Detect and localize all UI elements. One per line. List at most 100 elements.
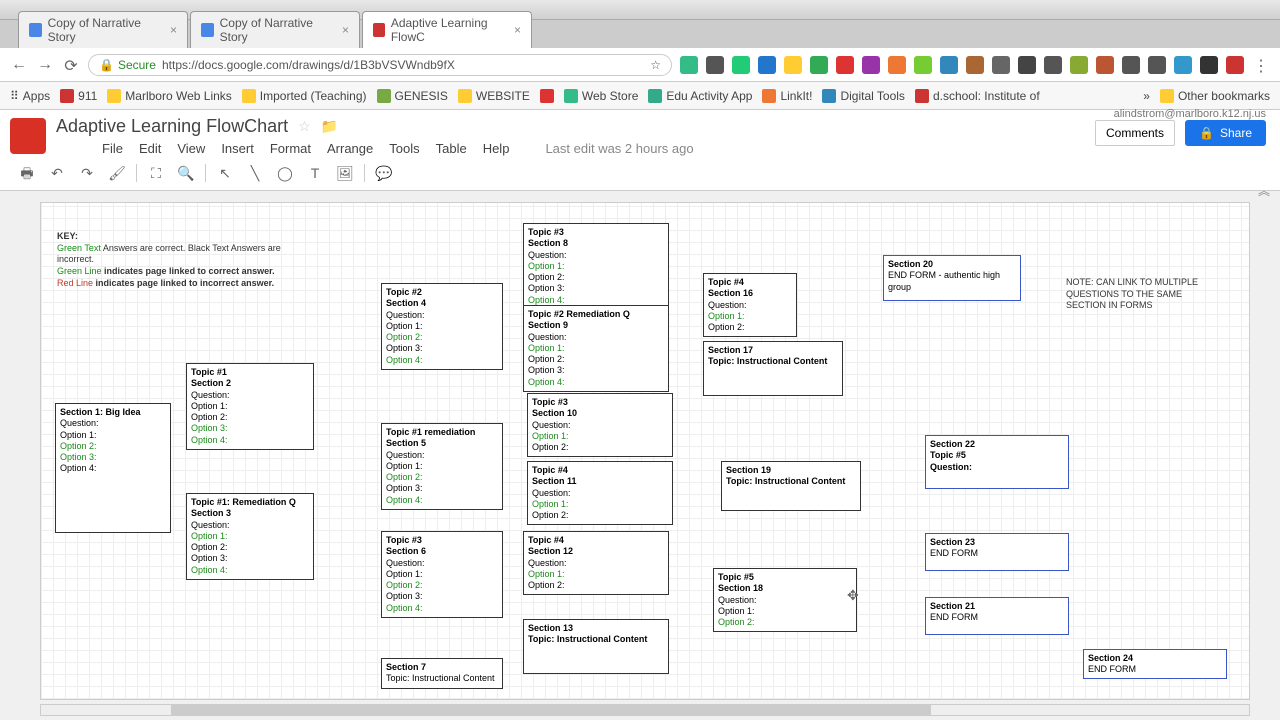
bookmark-overflow[interactable]: » [1143, 89, 1150, 103]
menu-view[interactable]: View [177, 141, 205, 156]
user-email[interactable]: alindstrom@marlboro.k12.nj.us [1114, 108, 1266, 120]
node-section-1[interactable]: Section 1: Big Idea Question: Option 1: … [55, 403, 171, 533]
node-topic-2-remediation[interactable]: Topic #2 Remediation Q Section 9 Questio… [523, 305, 669, 392]
extension-icon[interactable] [836, 56, 854, 74]
bookmark-item[interactable]: Imported (Teaching) [242, 89, 367, 103]
node-topic-3-sec6[interactable]: Topic #3 Section 6 Question: Option 1: O… [381, 531, 503, 618]
move-folder-icon[interactable]: 📁 [321, 118, 338, 135]
line-icon[interactable]: ╲ [244, 162, 266, 184]
paint-format-icon[interactable]: 🖌 [106, 162, 128, 184]
extension-icon[interactable] [680, 56, 698, 74]
extension-icon[interactable] [914, 56, 932, 74]
menu-arrange[interactable]: Arrange [327, 141, 373, 156]
print-icon[interactable]: 🖶 [16, 162, 38, 184]
horizontal-scrollbar[interactable] [40, 704, 1250, 716]
bookmark-item[interactable]: 911 [60, 89, 97, 103]
collapse-chevron-icon[interactable]: ︽ [1258, 182, 1270, 199]
reload-icon[interactable]: ⟳ [62, 56, 80, 74]
bookmark-item[interactable]: WEBSITE [458, 89, 530, 103]
node-topic-1-remediation-q[interactable]: Topic #1: Remediation Q Section 3 Questi… [186, 493, 314, 580]
node-section-7[interactable]: Section 7 Topic: Instructional Content [381, 658, 503, 689]
apps-button[interactable]: ⠿ Apps [10, 89, 50, 103]
node-section-19[interactable]: Section 19 Topic: Instructional Content [721, 461, 861, 511]
bookmark-item[interactable]: Digital Tools [822, 89, 904, 103]
back-icon[interactable]: ← [10, 56, 28, 74]
node-topic-4-sec11[interactable]: Topic #4 Section 11 Question: Option 1: … [527, 461, 673, 525]
extension-icon[interactable] [732, 56, 750, 74]
node-section-24[interactable]: Section 24 END FORM [1083, 649, 1227, 679]
extension-icon[interactable] [1044, 56, 1062, 74]
browser-tab[interactable]: Copy of Narrative Story× [190, 11, 360, 48]
extension-icon[interactable] [1200, 56, 1218, 74]
node-section-23[interactable]: Section 23 END FORM [925, 533, 1069, 571]
star-icon[interactable]: ☆ [298, 118, 311, 135]
forward-icon[interactable]: → [36, 56, 54, 74]
browser-tab[interactable]: Copy of Narrative Story× [18, 11, 188, 48]
fit-icon[interactable]: ⛶ [145, 162, 167, 184]
node-section-17[interactable]: Section 17 Topic: Instructional Content [703, 341, 843, 396]
close-tab-icon[interactable]: × [342, 23, 349, 37]
star-icon[interactable]: ☆ [650, 58, 661, 72]
doc-title[interactable]: Adaptive Learning FlowChart [56, 116, 288, 137]
node-topic-1[interactable]: Topic #1 Section 2 Question: Option 1: O… [186, 363, 314, 450]
zoom-icon[interactable]: 🔍 [175, 162, 197, 184]
scrollbar-thumb[interactable] [171, 705, 931, 715]
extension-icon[interactable] [1122, 56, 1140, 74]
comment-icon[interactable]: 💬 [373, 162, 395, 184]
extension-icon[interactable] [992, 56, 1010, 74]
extension-icon[interactable] [1070, 56, 1088, 74]
menu-file[interactable]: File [102, 141, 123, 156]
share-button[interactable]: 🔒 Share [1185, 120, 1266, 146]
node-topic-2[interactable]: Topic #2 Section 4 Question: Option 1: O… [381, 283, 503, 370]
bookmark-item[interactable]: Marlboro Web Links [107, 89, 232, 103]
drawing-canvas[interactable]: KEY: Green Text Answers are correct. Bla… [40, 202, 1250, 700]
close-tab-icon[interactable]: × [514, 23, 521, 37]
undo-icon[interactable]: ↶ [46, 162, 68, 184]
extension-icon[interactable] [940, 56, 958, 74]
node-topic-1-remediation[interactable]: Topic #1 remediation Section 5 Question:… [381, 423, 503, 510]
extension-icon[interactable] [1174, 56, 1192, 74]
bookmark-item[interactable]: GENESIS [377, 89, 448, 103]
menu-help[interactable]: Help [483, 141, 510, 156]
node-section-13[interactable]: Section 13 Topic: Instructional Content [523, 619, 669, 674]
textbox-icon[interactable]: T [304, 162, 326, 184]
image-icon[interactable]: 🖼 [334, 162, 356, 184]
menu-table[interactable]: Table [436, 141, 467, 156]
node-section-21[interactable]: Section 21 END FORM [925, 597, 1069, 635]
shape-icon[interactable]: ◯ [274, 162, 296, 184]
select-icon[interactable]: ↖ [214, 162, 236, 184]
menu-insert[interactable]: Insert [221, 141, 254, 156]
bookmark-item[interactable]: LinkIt! [762, 89, 812, 103]
redo-icon[interactable]: ↷ [76, 162, 98, 184]
extension-icon[interactable] [888, 56, 906, 74]
node-section-20[interactable]: Section 20 END FORM - authentic high gro… [883, 255, 1021, 301]
extension-icon[interactable] [966, 56, 984, 74]
menu-format[interactable]: Format [270, 141, 311, 156]
bookmark-item[interactable] [540, 89, 554, 103]
bookmark-item[interactable]: Edu Activity App [648, 89, 752, 103]
extension-icon[interactable] [862, 56, 880, 74]
node-topic-4-sec16[interactable]: Topic #4 Section 16 Question: Option 1: … [703, 273, 797, 337]
extension-icon[interactable] [810, 56, 828, 74]
comments-button[interactable]: Comments [1095, 120, 1175, 146]
browser-tab[interactable]: Adaptive Learning FlowC× [362, 11, 532, 48]
close-tab-icon[interactable]: × [170, 23, 177, 37]
url-field[interactable]: 🔒 Secure https://docs.google.com/drawing… [88, 54, 672, 76]
menu-tools[interactable]: Tools [389, 141, 419, 156]
bookmark-item[interactable]: d.school: Institute of [915, 89, 1040, 103]
node-topic-3-sec10[interactable]: Topic #3 Section 10 Question: Option 1: … [527, 393, 673, 457]
extension-icon[interactable] [784, 56, 802, 74]
menu-icon[interactable]: ⋮ [1252, 56, 1270, 74]
extension-icon[interactable] [1096, 56, 1114, 74]
node-section-22[interactable]: Section 22 Topic #5 Question: [925, 435, 1069, 489]
extension-icon[interactable] [1226, 56, 1244, 74]
last-edit-label[interactable]: Last edit was 2 hours ago [545, 141, 693, 156]
node-topic-5[interactable]: Topic #5 Section 18 Question: Option 1: … [713, 568, 857, 632]
extension-icon[interactable] [706, 56, 724, 74]
menu-edit[interactable]: Edit [139, 141, 161, 156]
extension-icon[interactable] [1148, 56, 1166, 74]
drawings-logo[interactable] [10, 118, 46, 154]
other-bookmarks[interactable]: Other bookmarks [1160, 89, 1270, 103]
extension-icon[interactable] [1018, 56, 1036, 74]
bookmark-item[interactable]: Web Store [564, 89, 638, 103]
